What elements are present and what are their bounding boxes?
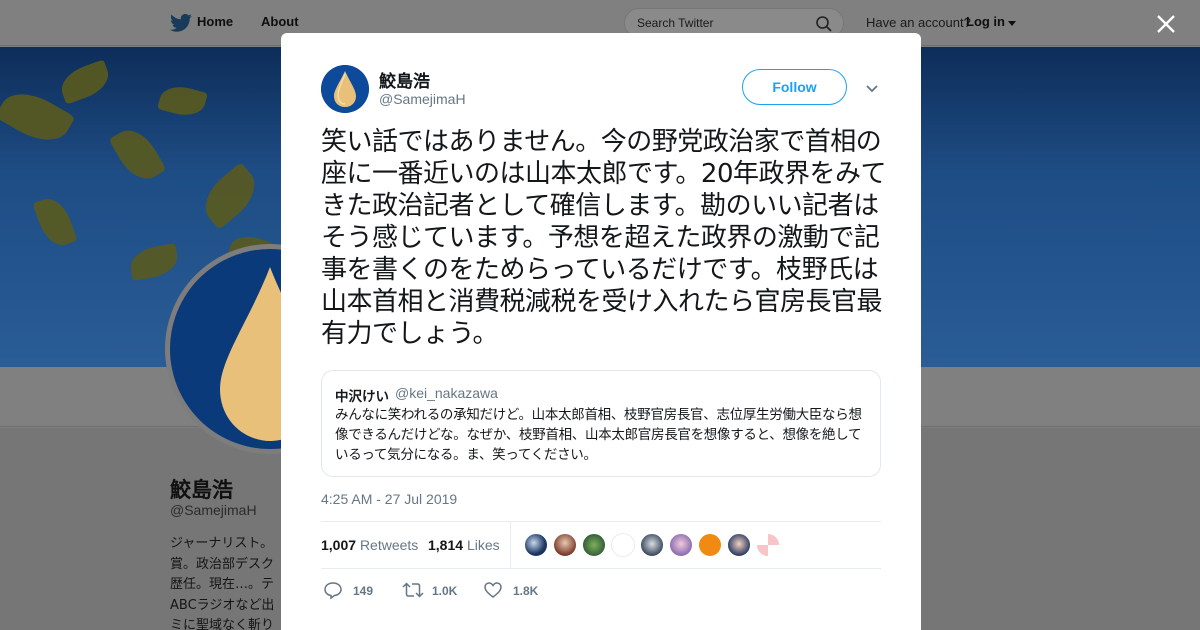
author-handle[interactable]: @SamejimaH xyxy=(379,91,466,107)
retweet-action[interactable]: 1.0K xyxy=(402,580,472,604)
reply-count: 149 xyxy=(353,584,374,598)
retweets-label: Retweets xyxy=(359,537,419,553)
nav-about[interactable]: About xyxy=(261,14,299,29)
likes-count: 1,814 xyxy=(428,537,464,553)
follow-button[interactable]: Follow xyxy=(742,69,847,105)
liker-avatar[interactable] xyxy=(756,533,780,557)
retweets-count: 1,007 xyxy=(321,537,357,553)
likes-label: Likes xyxy=(466,537,500,553)
search-placeholder: Search Twitter xyxy=(637,16,714,30)
have-account-text: Have an account? xyxy=(866,15,971,30)
retweets-stat[interactable]: 1,007 Retweets xyxy=(321,537,418,553)
liker-avatar[interactable] xyxy=(524,533,548,557)
liker-avatar[interactable] xyxy=(727,533,751,557)
likes-stat[interactable]: 1,814 Likes xyxy=(428,537,500,553)
search-icon[interactable] xyxy=(815,15,833,33)
quoted-author-handle: @kei_nakazawa xyxy=(395,385,498,401)
tweet-stats: 1,007 Retweets 1,814 Likes xyxy=(321,521,881,569)
like-action[interactable]: 1.8K xyxy=(483,580,553,604)
tweet-timestamp[interactable]: 4:25 AM - 27 Jul 2019 xyxy=(321,491,457,507)
twitter-bird-icon[interactable] xyxy=(170,13,192,33)
tweet-text: 笑い話ではありません。今の野党政治家で首相の座に一番近いのは山本太郎です。20年… xyxy=(321,127,887,349)
profile-name: 鮫島浩 xyxy=(170,478,233,502)
liker-avatar[interactable] xyxy=(669,533,693,557)
profile-bio: ジャーナリスト。 賞。政治部デスク 歴任。現在…。テ ABCラジオなど出 ミに聖… xyxy=(170,536,275,630)
chevron-down-icon[interactable] xyxy=(865,81,879,95)
liker-avatar[interactable] xyxy=(611,533,635,557)
reply-action[interactable]: 149 xyxy=(323,580,383,604)
author-name[interactable]: 鮫島浩 xyxy=(379,67,430,92)
quoted-tweet-text: みんなに笑われるの承知だけど。山本太郎首相、枝野官房長官、志位厚生労働大臣なら想… xyxy=(335,407,862,463)
reply-icon xyxy=(324,582,342,600)
tweet-modal: 鮫島浩 @SamejimaH Follow 笑い話ではありません。今の野党政治家… xyxy=(281,33,921,630)
author-avatar[interactable] xyxy=(321,65,369,113)
retweet-count: 1.0K xyxy=(432,584,458,598)
liker-avatar[interactable] xyxy=(640,533,664,557)
login-link[interactable]: Log in xyxy=(966,14,1005,29)
like-count: 1.8K xyxy=(513,584,539,598)
chevron-down-icon[interactable] xyxy=(1008,21,1016,26)
nav-home[interactable]: Home xyxy=(197,14,233,29)
retweet-icon xyxy=(402,582,424,598)
profile-handle: @SamejimaH xyxy=(170,502,257,518)
liker-avatar[interactable] xyxy=(582,533,606,557)
liker-avatar[interactable] xyxy=(698,533,722,557)
heart-icon xyxy=(484,582,502,598)
liker-avatar[interactable] xyxy=(553,533,577,557)
stats-divider xyxy=(510,522,511,568)
close-icon[interactable] xyxy=(1156,14,1176,34)
quoted-author-name: 中沢けい xyxy=(335,389,389,405)
quoted-tweet[interactable]: 中沢けい @kei_nakazawa みんなに笑われるの承知だけど。山本太郎首相… xyxy=(321,370,881,477)
